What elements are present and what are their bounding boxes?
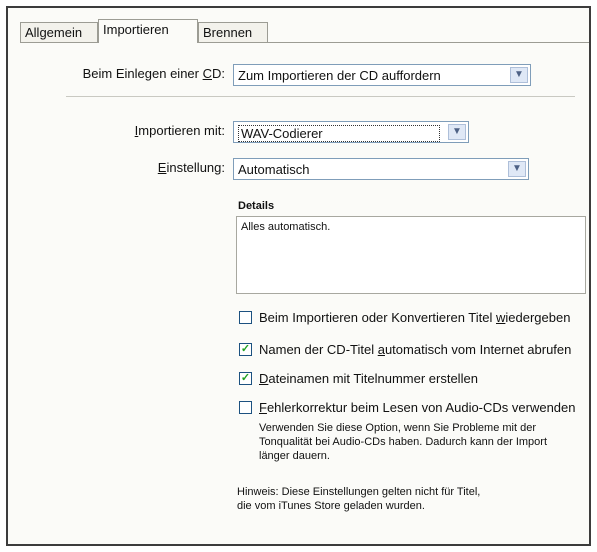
tab-label: Importieren: [103, 22, 169, 37]
tab-label: Allgemein: [25, 25, 83, 40]
details-heading: Details: [238, 200, 275, 212]
separator: [66, 96, 575, 97]
error-correction-help: Verwenden Sie diese Option, wenn Sie Pro…: [259, 422, 548, 462]
checkbox-label: Namen der CD-Titel automatisch vom Inter…: [259, 342, 572, 357]
checkbox-box[interactable]: ✓: [239, 372, 252, 385]
checkbox-box[interactable]: ✓: [239, 343, 252, 356]
tab-importieren[interactable]: Importieren: [98, 19, 198, 43]
tab-brennen[interactable]: Brennen: [198, 22, 268, 42]
details-box: Alles automatisch.: [236, 216, 586, 294]
import-with-select[interactable]: WAV-Codierer ▼: [233, 121, 469, 143]
checkbox-box[interactable]: [239, 311, 252, 324]
checkbox-label: Beim Importieren oder Konvertieren Titel…: [259, 310, 571, 325]
setting-select[interactable]: Automatisch ▼: [233, 158, 529, 180]
tab-label: Brennen: [203, 25, 253, 40]
note-text: Hinweis: Diese Einstellungen gelten nich…: [237, 486, 481, 512]
cd-insert-label: Beim Einlegen einer CD:: [82, 66, 225, 81]
chevron-down-icon[interactable]: ▼: [508, 161, 526, 177]
checkbox-label: Fehlerkorrektur beim Lesen von Audio-CDs…: [259, 400, 576, 415]
details-text: Alles automatisch.: [241, 221, 331, 233]
chevron-down-icon[interactable]: ▼: [510, 67, 528, 83]
checkmark-icon: ✓: [240, 343, 251, 355]
checkbox-label: Dateinamen mit Titelnummer erstellen: [259, 371, 478, 386]
checkbox-box[interactable]: [239, 401, 252, 414]
setting-value: Automatisch: [238, 162, 310, 177]
import-with-value: WAV-Codierer: [238, 125, 440, 142]
setting-label: Einstellung:: [157, 160, 225, 175]
chevron-down-icon[interactable]: ▼: [448, 124, 466, 140]
cd-insert-select[interactable]: Zum Importieren der CD auffordern ▼: [233, 64, 531, 86]
cd-insert-value: Zum Importieren der CD auffordern: [238, 68, 441, 83]
checkmark-icon: ✓: [240, 372, 251, 384]
preferences-dialog: Allgemein Importieren Brennen Beim Einle…: [6, 6, 591, 546]
tab-allgemein[interactable]: Allgemein: [20, 22, 98, 42]
import-with-label: Importieren mit:: [134, 123, 225, 138]
